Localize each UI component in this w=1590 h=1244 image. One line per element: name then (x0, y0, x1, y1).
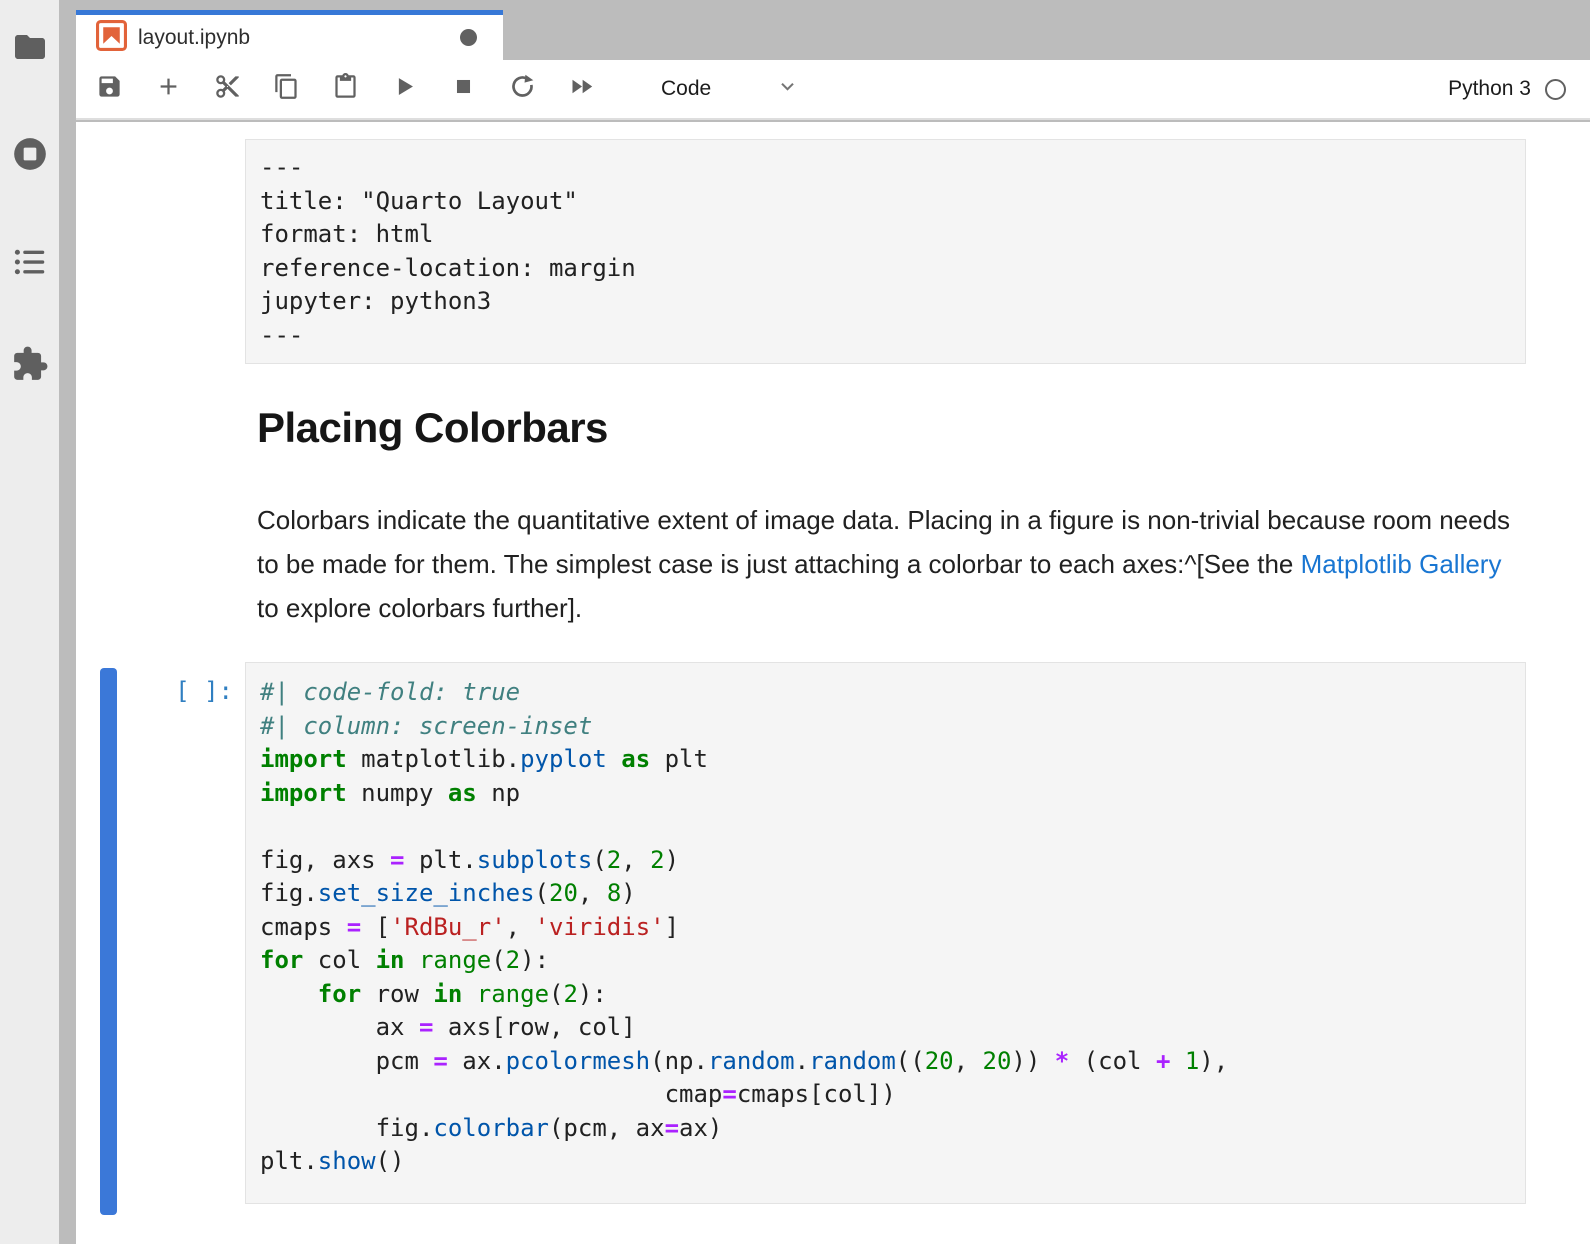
cell-type-value: Code (661, 77, 711, 101)
stop-circle-icon (11, 135, 49, 178)
cell-type-dropdown[interactable]: Code (661, 74, 800, 104)
code-line: pcm = ax.pcolormesh(np.random.random((20… (260, 1045, 1511, 1079)
jupyterlab-window: layout.ipynb (0, 0, 1590, 1244)
restart-kernel-button[interactable] (509, 76, 535, 102)
chevron-down-icon (775, 74, 800, 104)
tab-layout-ipynb[interactable]: layout.ipynb (76, 10, 503, 60)
list-icon (12, 244, 48, 285)
unsaved-changes-dot (460, 29, 477, 46)
copy-icon (273, 73, 300, 105)
sidebar-item-running-kernels[interactable] (11, 137, 49, 175)
raw-line: jupyter: python3 (260, 285, 1511, 319)
raw-line: format: html (260, 218, 1511, 252)
tab-title: layout.ipynb (138, 26, 250, 50)
sidebar-item-table-of-contents[interactable] (11, 245, 49, 283)
puzzle-icon (11, 345, 49, 388)
left-sidebar (0, 0, 59, 1244)
plus-icon (155, 73, 182, 105)
kernel-name[interactable]: Python 3 (1448, 77, 1531, 101)
raw-cell-editor[interactable]: ---title: "Quarto Layout"format: htmlref… (245, 139, 1526, 364)
clipboard-icon (332, 73, 359, 105)
markdown-heading: Placing Colorbars (257, 404, 608, 452)
code-line: plt.show() (260, 1145, 1511, 1179)
raw-line: --- (260, 319, 1511, 353)
notebook-toolbar: Code Python 3 (76, 60, 1590, 120)
interrupt-kernel-button[interactable] (450, 76, 476, 102)
copy-cells-button[interactable] (273, 76, 299, 102)
code-cell-editor[interactable]: #| code-fold: true#| column: screen-inse… (245, 662, 1526, 1204)
scissors-icon (214, 73, 241, 105)
code-line: ax = axs[row, col] (260, 1011, 1511, 1045)
code-line (260, 810, 1511, 844)
code-line: cmap=cmaps[col]) (260, 1078, 1511, 1112)
code-line: fig.set_size_inches(20, 8) (260, 877, 1511, 911)
save-button[interactable] (96, 76, 122, 102)
sidebar-item-extension-manager[interactable] (11, 347, 49, 385)
active-cell-collapser[interactable] (100, 668, 117, 1215)
run-cell-button[interactable] (391, 76, 417, 102)
stop-icon (450, 73, 477, 105)
code-line: fig, axs = plt.subplots(2, 2) (260, 844, 1511, 878)
save-icon (96, 73, 123, 105)
insert-cell-button[interactable] (155, 76, 181, 102)
notebook-content: ---title: "Quarto Layout"format: htmlref… (76, 122, 1590, 1244)
paragraph-text: to explore colorbars further]. (257, 593, 582, 623)
main-dock-panel: layout.ipynb (76, 0, 1590, 1244)
matplotlib-gallery-link[interactable]: Matplotlib Gallery (1301, 549, 1502, 579)
cut-cells-button[interactable] (214, 76, 240, 102)
notebook-icon (96, 20, 127, 56)
execution-count-prompt: [ ]: (116, 677, 233, 705)
restart-run-all-button[interactable] (568, 76, 594, 102)
kernel-status-icon[interactable] (1545, 79, 1566, 100)
raw-line: --- (260, 151, 1511, 185)
paste-cells-button[interactable] (332, 76, 358, 102)
fast-forward-icon (568, 73, 595, 105)
refresh-icon (509, 73, 536, 105)
raw-line: reference-location: margin (260, 252, 1511, 286)
sidebar-item-file-browser[interactable] (11, 30, 49, 68)
code-line: #| column: screen-inset (260, 710, 1511, 744)
code-line: #| code-fold: true (260, 676, 1511, 710)
code-line: import numpy as np (260, 777, 1511, 811)
markdown-paragraph: Colorbars indicate the quantitative exte… (257, 498, 1512, 630)
tab-bar: layout.ipynb (76, 0, 1590, 60)
code-line: for col in range(2): (260, 944, 1511, 978)
play-icon (391, 73, 418, 105)
code-line: import matplotlib.pyplot as plt (260, 743, 1511, 777)
kernel-indicator: Python 3 (1448, 77, 1566, 101)
folder-icon (12, 29, 48, 70)
raw-line: title: "Quarto Layout" (260, 185, 1511, 219)
code-line: fig.colorbar(pcm, ax=ax) (260, 1112, 1511, 1146)
code-line: for row in range(2): (260, 978, 1511, 1012)
code-line: cmaps = ['RdBu_r', 'viridis'] (260, 911, 1511, 945)
